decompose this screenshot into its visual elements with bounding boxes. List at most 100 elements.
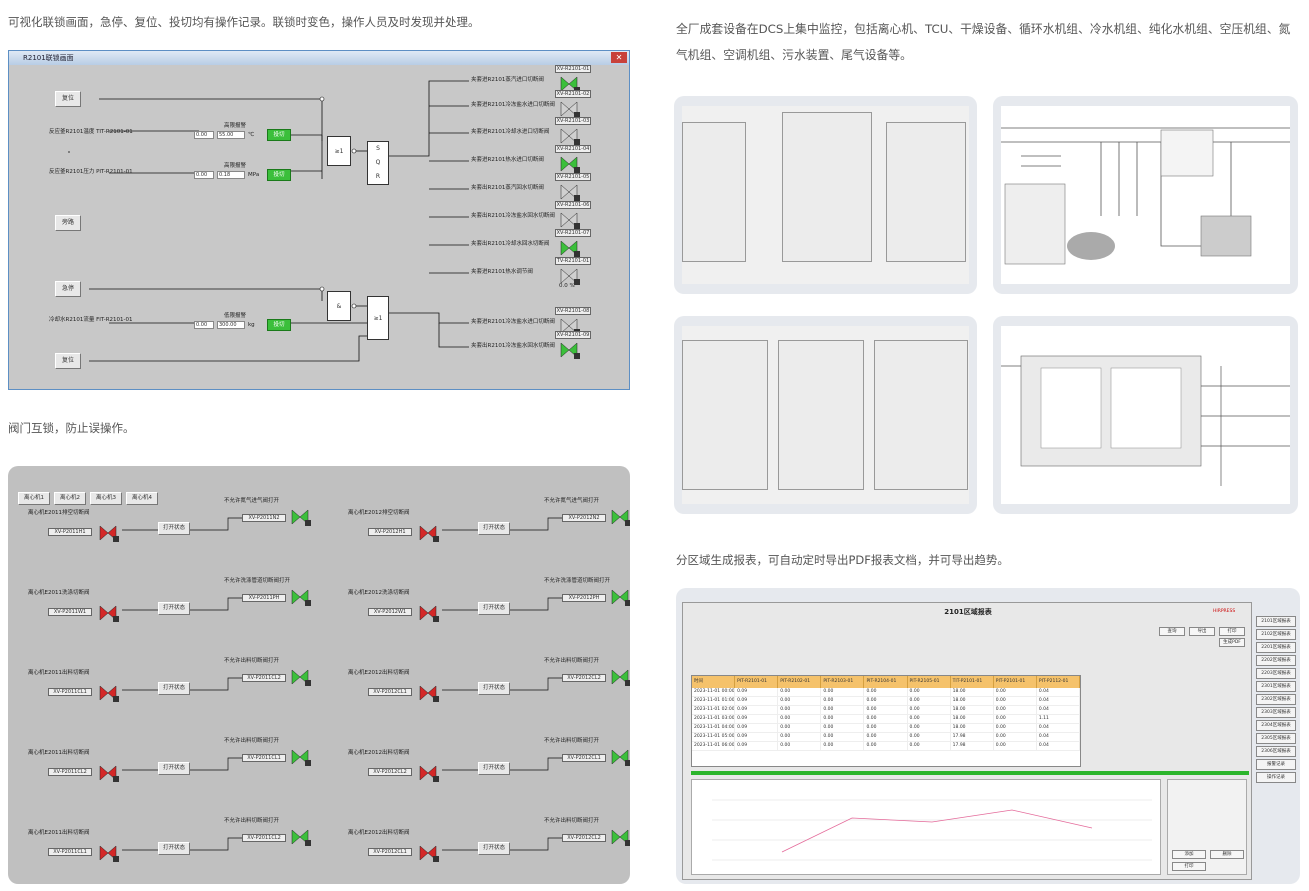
valve-icon[interactable] — [610, 508, 630, 526]
valve-icon[interactable] — [290, 508, 312, 526]
mini-panel-3 — [886, 122, 966, 262]
sp3-limit-input[interactable]: 300.00 — [217, 321, 245, 329]
open-state-button[interactable]: 打开状态 — [478, 842, 510, 855]
valve-icon[interactable] — [559, 155, 581, 173]
valve-icon[interactable] — [98, 844, 120, 862]
output-label: 夹套进R2101冷冻盐水进口切断阀 — [471, 319, 555, 325]
valve-icon[interactable] — [418, 604, 440, 622]
table-row[interactable]: 2023-11-01 06:00:000.090.000.000.000.001… — [692, 742, 1080, 751]
valve-icon[interactable] — [610, 588, 630, 606]
sidebar-item[interactable]: 2306区域报表 — [1256, 746, 1296, 757]
valve-group-tag: XV-P2012CL1 — [368, 848, 412, 856]
valve-icon[interactable] — [559, 127, 581, 145]
delete-trend-button[interactable]: 删除 — [1210, 850, 1244, 859]
report-table: 时间 PIT-R2101-01 PIT-R2102-01 PIT-R2103-01 PI… — [691, 675, 1081, 767]
sp3-value: 0.00 — [194, 321, 214, 329]
reset-button[interactable]: 复位 — [55, 91, 81, 107]
monitor-card-centrifuge[interactable] — [674, 96, 977, 294]
monitor-card-aircomp[interactable] — [674, 316, 977, 514]
sp2-limit-input[interactable]: 0.18 — [217, 171, 245, 179]
sidebar-item[interactable]: 操作记录 — [1256, 772, 1296, 783]
sidebar-item[interactable]: 报警记录 — [1256, 759, 1296, 770]
valve-icon[interactable] — [290, 668, 312, 686]
monitor-card-hvac[interactable] — [993, 316, 1298, 514]
open-state-button[interactable]: 打开状态 — [478, 682, 510, 695]
sidebar-item[interactable]: 2202区域报表 — [1256, 655, 1296, 666]
sidebar-item[interactable]: 2201区域报表 — [1256, 642, 1296, 653]
valve-icon[interactable] — [290, 748, 312, 766]
valve-icon[interactable] — [610, 748, 630, 766]
export-button[interactable]: 导出 — [1189, 627, 1215, 636]
open-state-button[interactable]: 打开状态 — [158, 602, 190, 615]
sp3-toggle-button[interactable]: 投切 — [267, 319, 291, 331]
valve-icon[interactable] — [610, 828, 630, 846]
valve-icon[interactable] — [418, 844, 440, 862]
valve-icon[interactable] — [610, 668, 630, 686]
valve-icon[interactable] — [418, 764, 440, 782]
centrifuge-tab-3[interactable]: 离心机3 — [90, 492, 122, 505]
centrifuge-tab-1[interactable]: 离心机1 — [18, 492, 50, 505]
table-row[interactable]: 2023-11-01 00:00:000.090.000.000.000.001… — [692, 688, 1080, 697]
bypass-button[interactable]: 旁路 — [55, 215, 81, 231]
sp1-limit-input[interactable]: 55.00 — [217, 131, 245, 139]
sidebar-item[interactable]: 2305区域报表 — [1256, 733, 1296, 744]
valve-icon[interactable] — [98, 604, 120, 622]
valve-group-title: 离心机E2011洗涤切断阀 — [28, 590, 90, 596]
open-state-button[interactable]: 打开状态 — [158, 522, 190, 535]
valve-icon[interactable] — [559, 341, 581, 359]
table-row[interactable]: 2023-11-01 02:00:000.090.000.000.000.001… — [692, 706, 1080, 715]
column-header: PIT-R2104-01 — [864, 676, 908, 688]
pressure-input-label: 反应釜R2101压力 PIT-R2101-01 — [49, 169, 133, 175]
valve-icon[interactable] — [418, 684, 440, 702]
valve-icon[interactable] — [98, 524, 120, 542]
add-trend-button[interactable]: 添加 — [1172, 850, 1206, 859]
centrifuge-tab-4[interactable]: 离心机4 — [126, 492, 158, 505]
open-state-button[interactable]: 打开状态 — [158, 682, 190, 695]
sidebar-item[interactable]: 2203区域报表 — [1256, 668, 1296, 679]
mini-panel-2 — [782, 112, 872, 262]
open-state-button[interactable]: 打开状态 — [158, 762, 190, 775]
open-state-button[interactable]: 打开状态 — [478, 522, 510, 535]
table-row[interactable]: 2023-11-01 03:00:000.090.000.000.000.001… — [692, 715, 1080, 724]
monitor-card-process[interactable] — [993, 96, 1298, 294]
table-cell: 0.00 — [994, 688, 1037, 696]
output-label: 夹套出R2101冷冻盐水回水切断阀 — [471, 213, 555, 219]
valve-group-title: 离心机E2012出料切断阀 — [348, 670, 410, 676]
sidebar-item[interactable]: 2101区域报表 — [1256, 616, 1296, 627]
reset2-button[interactable]: 复位 — [55, 353, 81, 369]
sp2-toggle-button[interactable]: 投切 — [267, 169, 291, 181]
sp1-toggle-button[interactable]: 投切 — [267, 129, 291, 141]
open-state-button[interactable]: 打开状态 — [158, 842, 190, 855]
valve-tag: XV-R2101-09 — [555, 331, 591, 339]
valve-icon[interactable] — [559, 183, 581, 201]
print-button[interactable]: 打印 — [1219, 627, 1245, 636]
valve-icon[interactable] — [559, 211, 581, 229]
sidebar-item[interactable]: 2301区域报表 — [1256, 681, 1296, 692]
table-cell: 0.04 — [1037, 724, 1080, 732]
table-row[interactable]: 2023-11-01 05:00:000.090.000.000.000.001… — [692, 733, 1080, 742]
pdf-button[interactable]: 生成PDF — [1219, 638, 1245, 647]
interlock-tag: XV-P2011CL2 — [242, 834, 286, 842]
valve-icon[interactable] — [559, 100, 581, 118]
valve-icon[interactable] — [559, 239, 581, 257]
print-trend-button[interactable]: 打印 — [1172, 862, 1206, 871]
sidebar-item[interactable]: 2302区域报表 — [1256, 694, 1296, 705]
sidebar-item[interactable]: 2304区域报表 — [1256, 720, 1296, 731]
open-state-button[interactable]: 打开状态 — [478, 762, 510, 775]
valve-icon[interactable] — [290, 828, 312, 846]
valve-icon[interactable] — [98, 684, 120, 702]
valve-icon[interactable] — [290, 588, 312, 606]
sidebar-item[interactable]: 2303区域报表 — [1256, 707, 1296, 718]
query-button[interactable]: 查询 — [1159, 627, 1185, 636]
interlock-tag: XV-P2011PH — [242, 594, 286, 602]
valve-icon[interactable] — [418, 524, 440, 542]
sp1-caption: 高限报警 — [224, 123, 247, 129]
sidebar-item[interactable]: 2102区域报表 — [1256, 629, 1296, 640]
table-row[interactable]: 2023-11-01 04:00:000.090.000.000.000.001… — [692, 724, 1080, 733]
table-row[interactable]: 2023-11-01 01:00:000.090.000.000.000.001… — [692, 697, 1080, 706]
column-header: PIT-P2101-01 — [994, 676, 1037, 688]
open-state-button[interactable]: 打开状态 — [478, 602, 510, 615]
valve-icon[interactable] — [98, 764, 120, 782]
estop-button[interactable]: 急停 — [55, 281, 81, 297]
centrifuge-tab-2[interactable]: 离心机2 — [54, 492, 86, 505]
